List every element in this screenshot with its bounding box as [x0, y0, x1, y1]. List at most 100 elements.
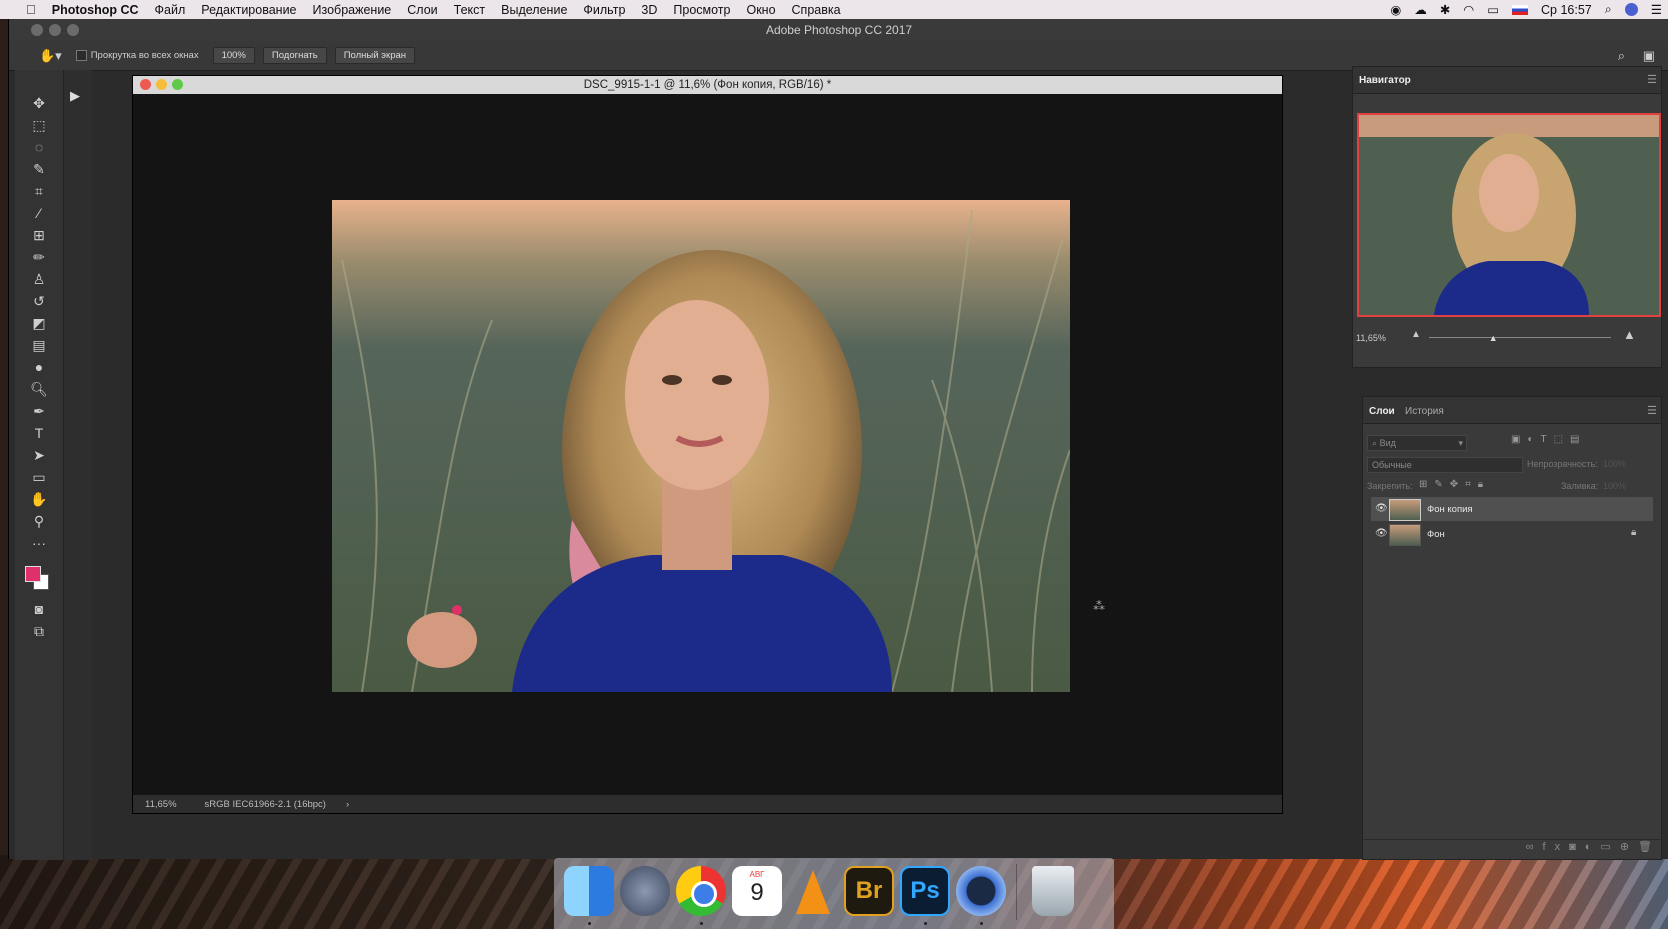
- menu-text[interactable]: Текст: [446, 3, 493, 17]
- calendar-app-icon[interactable]: АВГ 9: [732, 866, 782, 916]
- layer-row-copy[interactable]: 👁︎ Фон копия: [1371, 497, 1653, 521]
- brush-tool-icon[interactable]: ✏: [28, 248, 50, 266]
- play-actions-icon[interactable]: ▶: [70, 88, 80, 104]
- fullscreen-button[interactable]: Полный экран: [334, 47, 416, 64]
- lasso-tool-icon[interactable]: ◌: [28, 138, 50, 156]
- clone-stamp-tool-icon[interactable]: ♙: [28, 270, 50, 288]
- status-zoom[interactable]: 11,65%: [145, 799, 177, 810]
- marquee-tool-icon[interactable]: ⬚: [28, 116, 50, 134]
- lock-icons[interactable]: ⊞✎✥⌗🔒︎: [1419, 479, 1490, 490]
- history-brush-tool-icon[interactable]: ↺: [28, 292, 50, 310]
- zoom-tool-icon[interactable]: ⚲: [28, 512, 50, 530]
- add-mask-icon[interactable]: ◙: [1569, 841, 1585, 853]
- status-menu-arrow-icon[interactable]: ›: [346, 799, 349, 810]
- trash-icon[interactable]: [1032, 866, 1074, 916]
- menubar-clock[interactable]: Ср 16:57: [1541, 3, 1592, 17]
- layers-panel-menu-icon[interactable]: ☰: [1647, 404, 1657, 417]
- quick-mask-icon[interactable]: ◙: [28, 600, 50, 618]
- menu-3d[interactable]: 3D: [633, 3, 665, 17]
- layer-lock-icon[interactable]: 🔒︎: [1631, 527, 1636, 538]
- blend-mode-select[interactable]: Обычные: [1367, 457, 1523, 473]
- visibility-eye-icon[interactable]: 👁︎: [1375, 528, 1388, 539]
- input-language-flag-icon[interactable]: [1512, 4, 1529, 15]
- gradient-tool-icon[interactable]: ▤: [28, 336, 50, 354]
- link-layers-icon[interactable]: ∞: [1526, 841, 1543, 853]
- visibility-eye-icon[interactable]: 👁︎: [1375, 503, 1388, 514]
- zoom-100-button[interactable]: 100%: [212, 47, 255, 64]
- eyedropper-tool-icon[interactable]: ⁄: [28, 204, 50, 222]
- zoom-out-mountain-icon[interactable]: ▲: [1411, 329, 1421, 340]
- doc-minimize-button[interactable]: [156, 79, 167, 90]
- eraser-tool-icon[interactable]: ◩: [28, 314, 50, 332]
- blur-tool-icon[interactable]: ●: [28, 358, 50, 376]
- doc-close-button[interactable]: [140, 79, 151, 90]
- record-icon[interactable]: ◉: [1390, 2, 1401, 17]
- menu-window[interactable]: Окно: [738, 3, 783, 17]
- menu-layers[interactable]: Слои: [399, 3, 445, 17]
- adjustment-layer-icon[interactable]: ◐: [1585, 841, 1601, 853]
- navigator-zoom-slider[interactable]: [1429, 337, 1611, 338]
- tab-layers[interactable]: Слои: [1369, 406, 1395, 417]
- pen-tool-icon[interactable]: ✒: [28, 402, 50, 420]
- quicktime-app-icon[interactable]: [956, 866, 1006, 916]
- chrome-app-icon[interactable]: [676, 866, 726, 916]
- search-icon[interactable]: ⌕: [1618, 48, 1625, 64]
- fit-screen-button[interactable]: Подогнать: [262, 47, 327, 64]
- apple-menu-icon[interactable]: : [0, 2, 44, 17]
- document-canvas[interactable]: ⁂: [133, 94, 1282, 794]
- crop-tool-icon[interactable]: ⌗: [28, 182, 50, 200]
- quick-selection-tool-icon[interactable]: ✎: [28, 160, 50, 178]
- rectangle-tool-icon[interactable]: ▭: [28, 468, 50, 486]
- navigator-tab[interactable]: Навигатор: [1359, 75, 1411, 86]
- delete-layer-icon[interactable]: 🗑︎: [1638, 841, 1661, 853]
- window-minimize-button[interactable]: [49, 24, 61, 36]
- launchpad-app-icon[interactable]: [620, 866, 670, 916]
- app-menu[interactable]: Photoshop CC: [44, 3, 147, 17]
- menu-view[interactable]: Просмотр: [665, 3, 738, 17]
- new-group-icon[interactable]: ▭: [1600, 841, 1619, 853]
- fx-icon[interactable]: fx: [1543, 841, 1570, 853]
- menu-help[interactable]: Справка: [784, 3, 849, 17]
- bluetooth-icon[interactable]: ✱: [1440, 2, 1450, 17]
- fill-value[interactable]: 100%: [1603, 481, 1626, 491]
- doc-zoom-button[interactable]: [172, 79, 183, 90]
- siri-icon[interactable]: [1624, 3, 1638, 16]
- edit-toolbar-icon[interactable]: ···: [28, 534, 50, 552]
- opacity-value[interactable]: 100%: [1603, 459, 1626, 469]
- hand-tool-icon[interactable]: ✋: [28, 490, 50, 508]
- dodge-tool-icon[interactable]: 🔍︎: [28, 380, 50, 398]
- menu-filter[interactable]: Фильтр: [575, 3, 633, 17]
- screen-mode-icon[interactable]: ⧉: [28, 622, 50, 640]
- new-layer-icon[interactable]: ⊕: [1620, 841, 1638, 853]
- layer-row-background[interactable]: 👁︎ Фон 🔒︎: [1371, 522, 1653, 546]
- menu-select[interactable]: Выделение: [493, 3, 575, 17]
- navigator-thumbnail[interactable]: [1357, 113, 1661, 317]
- layer-filter-icons[interactable]: ▣◐T⬚▤: [1511, 434, 1587, 445]
- bridge-app-icon[interactable]: Br: [844, 866, 894, 916]
- spotlight-search-icon[interactable]: ⌕: [1605, 2, 1612, 17]
- menu-edit[interactable]: Редактирование: [193, 3, 304, 17]
- navigator-zoom-slider-thumb[interactable]: ▲: [1489, 333, 1498, 343]
- navigator-zoom-value[interactable]: 11,65%: [1356, 333, 1386, 343]
- finder-app-icon[interactable]: [564, 866, 614, 916]
- panel-menu-icon[interactable]: ☰: [1647, 73, 1657, 86]
- healing-brush-tool-icon[interactable]: ⊞: [28, 226, 50, 244]
- window-close-button[interactable]: [31, 24, 43, 36]
- photoshop-app-icon[interactable]: Ps: [900, 866, 950, 916]
- vlc-app-icon[interactable]: [788, 866, 838, 916]
- airplay-icon[interactable]: ▭: [1487, 2, 1499, 17]
- menu-file[interactable]: Файл: [147, 3, 194, 17]
- wifi-icon[interactable]: ◠: [1463, 2, 1474, 17]
- window-zoom-button[interactable]: [67, 24, 79, 36]
- type-tool-icon[interactable]: T: [28, 424, 50, 442]
- workspace-icon[interactable]: ▣: [1643, 48, 1655, 64]
- move-tool-icon[interactable]: ✥: [28, 94, 50, 112]
- path-selection-tool-icon[interactable]: ➤: [28, 446, 50, 464]
- tab-history[interactable]: История: [1405, 406, 1444, 417]
- creative-cloud-icon[interactable]: ☁: [1414, 2, 1427, 17]
- notification-center-icon[interactable]: ☰: [1651, 2, 1662, 17]
- hand-tool-preset-icon[interactable]: ✋▾: [39, 48, 62, 64]
- scroll-all-windows-checkbox[interactable]: Прокрутка во всех окнах: [75, 49, 199, 61]
- zoom-in-mountain-icon[interactable]: ▲: [1623, 327, 1636, 342]
- layer-filter-select[interactable]: ⌕ Вид ▾: [1367, 435, 1467, 451]
